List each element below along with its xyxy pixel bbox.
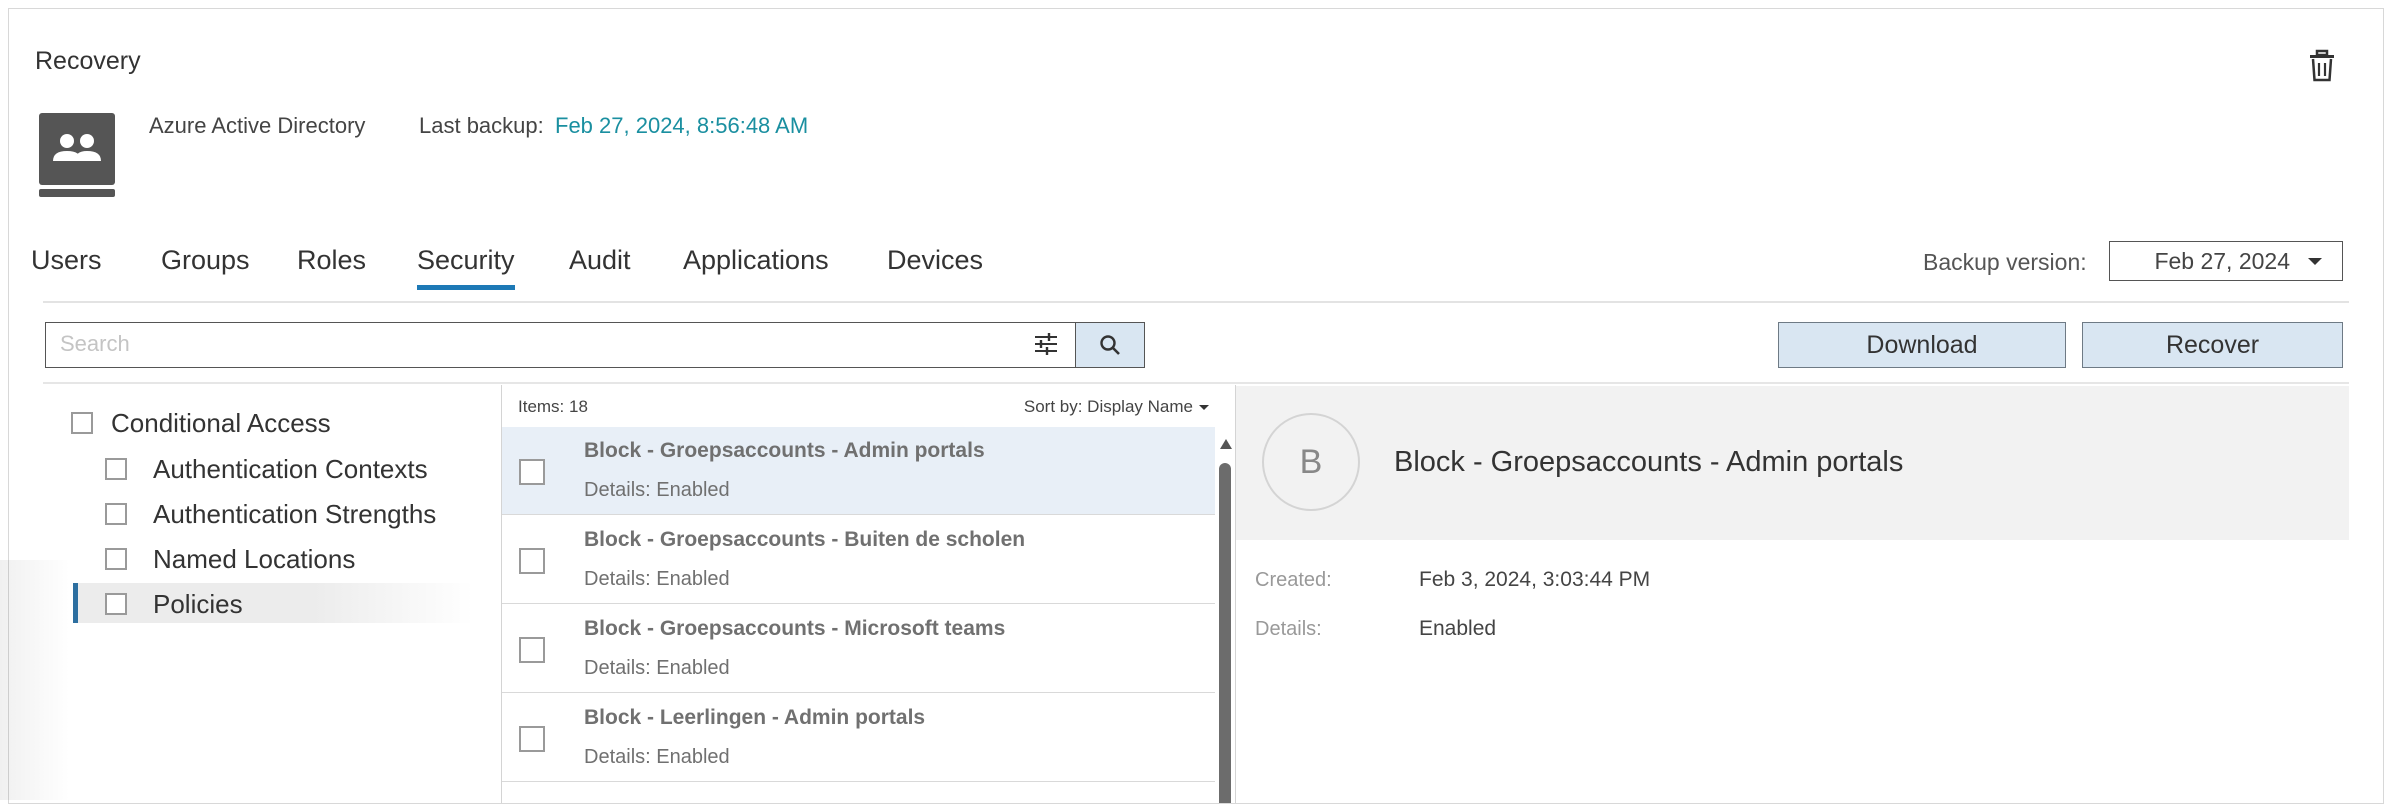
list-item-title: Block - Groepsaccounts - Admin portals <box>584 439 985 462</box>
list-item[interactable]: Block - Leerlingen - Admin portals Detai… <box>502 694 1215 782</box>
list-item-title: Block - Groepsaccounts - Buiten de schol… <box>584 528 1026 551</box>
checkbox[interactable] <box>105 458 127 480</box>
list-scrollbar[interactable] <box>1215 427 1235 803</box>
recovery-panel: Recovery Azure Active Directory Last bac… <box>8 8 2384 804</box>
tree-item-named-locations[interactable]: Named Locations <box>105 539 355 579</box>
list-item-details: Details: Enabled <box>584 746 730 768</box>
tree-item-label: Authentication Strengths <box>153 498 437 529</box>
created-value: Feb 3, 2024, 3:03:44 PM <box>1419 568 1651 591</box>
tree-item-label: Authentication Contexts <box>153 453 428 484</box>
checkbox[interactable] <box>519 459 545 485</box>
detail-title: Block - Groepsaccounts - Admin portals <box>1394 446 1904 478</box>
background-shadow <box>0 560 70 800</box>
tab-audit[interactable]: Audit <box>569 245 631 276</box>
checkbox[interactable] <box>105 503 127 525</box>
source-name: Azure Active Directory <box>149 113 366 138</box>
list-item-title: Block - Groepsaccounts - Microsoft teams <box>584 617 1006 640</box>
tree-item-label: Policies <box>153 588 243 619</box>
tree-item-label: Named Locations <box>153 543 356 574</box>
checkbox[interactable] <box>519 637 545 663</box>
caret-down-icon <box>1199 405 1209 411</box>
scroll-thumb[interactable] <box>1219 463 1231 803</box>
users-group-icon <box>39 113 119 201</box>
list-item-details: Details: Enabled <box>584 568 730 590</box>
list-item[interactable]: Block - Groepsaccounts - Admin portals D… <box>502 427 1215 515</box>
filter-sliders-icon[interactable] <box>1033 331 1059 357</box>
policy-list: Items: 18 Sort by: Display Name Block - … <box>501 385 1236 803</box>
tab-roles[interactable]: Roles <box>297 245 366 276</box>
tab-applications[interactable]: Applications <box>683 245 829 276</box>
items-count: Items: 18 <box>518 397 588 416</box>
tree-item-authentication-contexts[interactable]: Authentication Contexts <box>105 449 428 489</box>
tab-security[interactable]: Security <box>417 245 515 290</box>
tree-selection-bar <box>73 583 78 623</box>
details-label: Details: <box>1255 618 1322 640</box>
tab-divider <box>43 301 2349 303</box>
tree-item-authentication-strengths[interactable]: Authentication Strengths <box>105 494 436 534</box>
checkbox[interactable] <box>519 726 545 752</box>
list-header: Items: 18 Sort by: Display Name <box>502 385 1235 427</box>
details-value: Enabled <box>1419 617 1497 640</box>
checkbox[interactable] <box>519 548 545 574</box>
caret-down-icon <box>2308 258 2322 265</box>
last-backup-date: Feb 27, 2024, 8:56:48 AM <box>555 113 809 138</box>
download-button[interactable]: Download <box>1778 322 2066 368</box>
backup-version-select[interactable]: Feb 27, 2024 <box>2109 241 2343 281</box>
tree-item-conditional-access[interactable]: Conditional Access <box>71 403 331 443</box>
recover-button[interactable]: Recover <box>2082 322 2343 368</box>
checkbox[interactable] <box>71 412 93 434</box>
checkbox[interactable] <box>105 593 127 615</box>
backup-version-value: Feb 27, 2024 <box>2154 247 2290 274</box>
checkbox[interactable] <box>105 548 127 570</box>
list-item[interactable]: Block - Groepsaccounts - Microsoft teams… <box>502 605 1215 693</box>
search-input[interactable] <box>46 323 1034 365</box>
search-box <box>45 322 1075 368</box>
tab-groups[interactable]: Groups <box>161 245 250 276</box>
list-item-title: Block - Leerlingen - Admin portals <box>584 706 926 729</box>
created-label: Created: <box>1255 569 1332 591</box>
avatar: B <box>1262 413 1360 511</box>
last-backup-label: Last backup: <box>419 113 544 138</box>
list-item-details: Details: Enabled <box>584 657 730 679</box>
content-divider <box>43 382 2349 384</box>
tree-item-label: Conditional Access <box>111 407 331 438</box>
search-icon <box>1100 335 1120 355</box>
sort-by-dropdown[interactable]: Sort by: Display Name <box>1024 397 1209 417</box>
category-tree: Conditional Access Authentication Contex… <box>43 389 503 803</box>
trash-icon[interactable] <box>2307 49 2337 83</box>
detail-header: B Block - Groepsaccounts - Admin portals <box>1236 386 2349 540</box>
tab-devices[interactable]: Devices <box>887 245 983 276</box>
tab-users[interactable]: Users <box>31 245 102 276</box>
list-item-details: Details: Enabled <box>584 479 730 501</box>
scroll-up-arrow-icon[interactable] <box>1220 439 1232 449</box>
tree-item-policies[interactable]: Policies <box>105 584 243 624</box>
page-title: Recovery <box>35 47 141 75</box>
backup-version-label: Backup version: <box>1923 249 2087 275</box>
search-button[interactable] <box>1075 322 1145 368</box>
sort-label: Sort by: Display Name <box>1023 397 1193 416</box>
list-item[interactable]: Block - Groepsaccounts - Buiten de schol… <box>502 516 1215 604</box>
